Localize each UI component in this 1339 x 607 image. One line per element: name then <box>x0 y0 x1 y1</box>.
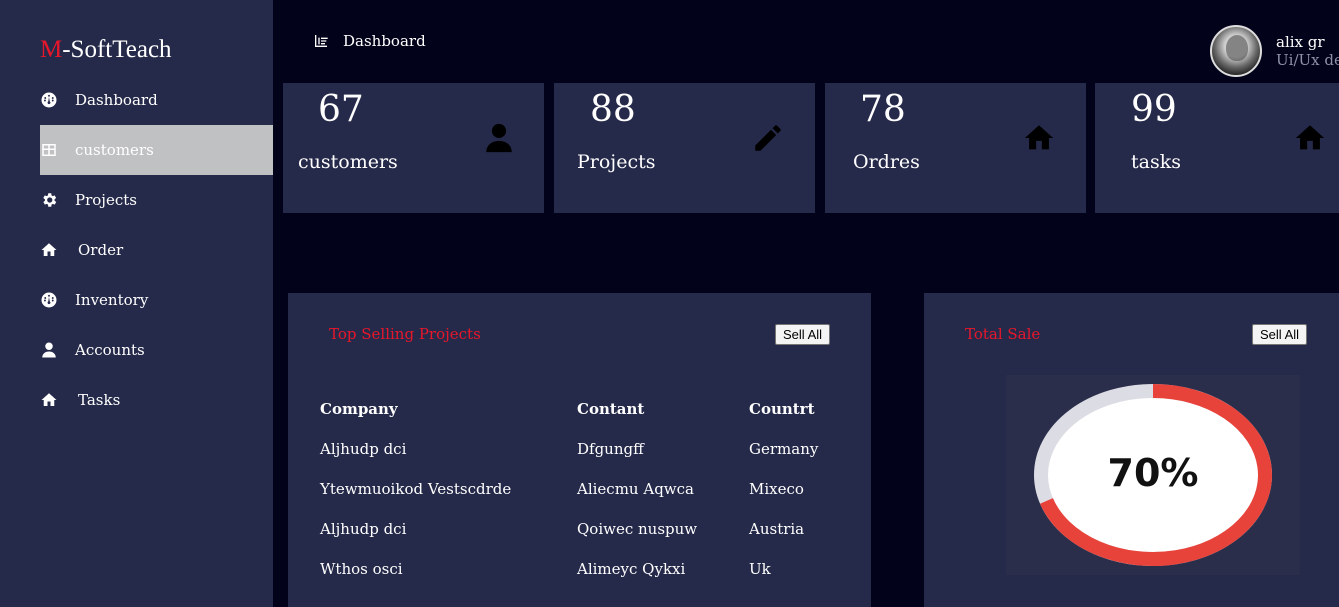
stat-value: 88 <box>590 89 636 130</box>
total-sale-panel: Total Sale Sell All 70% <box>924 293 1339 607</box>
stat-label: Ordres <box>853 151 920 173</box>
column-header-country: Countrt <box>749 400 815 418</box>
table-row[interactable]: Wthos osci Alimeyc Qykxi Uk <box>320 560 839 600</box>
sidebar: M-SoftTeach Dashboard customers Projects… <box>0 0 273 607</box>
brand-logo-initial: M <box>40 36 63 63</box>
table-icon <box>40 141 58 159</box>
panel-title: Total Sale <box>965 325 1041 343</box>
table-row[interactable]: Ytewmuoikod Vestscdrde Aliecmu Aqwca Mix… <box>320 480 839 520</box>
user-icon <box>40 341 58 359</box>
table-cell: Aljhudp dci <box>320 520 407 538</box>
sell-all-button[interactable]: Sell All <box>775 324 831 345</box>
stat-label: Projects <box>577 151 656 173</box>
user-role: Ui/Ux designer <box>1276 51 1339 69</box>
table-cell: Alimeyc Qykxi <box>577 560 686 578</box>
dashboard-icon <box>40 291 58 309</box>
chart-bar-icon <box>315 35 328 47</box>
sidebar-item-projects[interactable]: Projects <box>40 175 273 225</box>
table-row[interactable]: Aljhudp dci Qoiwec nuspuw Austria <box>320 520 839 560</box>
user-name: alix gr <box>1276 33 1325 51</box>
table-cell: Mixeco <box>749 480 804 498</box>
sidebar-item-label: Tasks <box>78 391 121 409</box>
sidebar-item-dashboard[interactable]: Dashboard <box>40 75 273 125</box>
stat-value: 99 <box>1131 89 1177 130</box>
table-cell: Dfgungff <box>577 440 644 458</box>
dashboard-icon <box>40 91 58 109</box>
table-cell: Aljhudp dci <box>320 440 407 458</box>
stat-card-projects[interactable]: 88 Projects <box>554 83 815 213</box>
table-cell: Qoiwec nuspuw <box>577 520 698 538</box>
table-header-row: Company Contant Countrt <box>320 400 839 440</box>
sidebar-item-label: Inventory <box>75 291 149 309</box>
sidebar-item-label: Accounts <box>75 341 145 359</box>
avatar[interactable] <box>1210 25 1262 77</box>
table-cell: Ytewmuoikod Vestscdrde <box>320 480 512 498</box>
sidebar-item-label: Projects <box>75 191 137 209</box>
sell-all-button[interactable]: Sell All <box>1252 324 1308 345</box>
sidebar-nav: Dashboard customers Projects Order Inven… <box>40 75 273 425</box>
total-sale-donut: 70% <box>1006 375 1300 575</box>
sidebar-item-order[interactable]: Order <box>40 225 273 275</box>
gear-icon <box>40 191 58 209</box>
stat-label: tasks <box>1131 151 1181 173</box>
sidebar-item-label: Order <box>78 241 124 259</box>
stat-label: customers <box>298 151 398 173</box>
home-icon <box>40 241 58 259</box>
stat-card-tasks[interactable]: 99 tasks <box>1095 83 1339 213</box>
stat-card-orders[interactable]: 78 Ordres <box>825 83 1086 213</box>
stat-value: 78 <box>860 89 906 130</box>
total-sale-percent: 70% <box>1107 451 1199 495</box>
sidebar-item-accounts[interactable]: Accounts <box>40 325 273 375</box>
table-cell: Aliecmu Aqwca <box>577 480 694 498</box>
top-selling-projects-panel: Top Selling Projects Sell All Company Co… <box>288 293 871 607</box>
sidebar-item-label: customers <box>75 141 154 159</box>
table-cell: Germany <box>749 440 819 458</box>
pen-icon <box>751 121 785 155</box>
user-icon <box>482 121 516 155</box>
page-title-text: Dashboard <box>343 32 426 50</box>
sidebar-item-tasks[interactable]: Tasks <box>40 375 273 425</box>
user-profile[interactable]: alix gr Ui/Ux designer <box>1210 25 1339 77</box>
column-header-company: Company <box>320 400 398 418</box>
page-title: Dashboard <box>313 32 426 50</box>
brand-logo-text: -SoftTeach <box>62 36 172 63</box>
brand-logo[interactable]: M-SoftTeach <box>40 36 172 64</box>
table-cell: Austria <box>749 520 805 538</box>
sidebar-item-customers[interactable]: customers <box>40 125 273 175</box>
sidebar-item-label: Dashboard <box>75 91 158 109</box>
panel-title: Top Selling Projects <box>329 325 481 343</box>
projects-table: Company Contant Countrt Aljhudp dci Dfgu… <box>320 400 839 600</box>
table-cell: Uk <box>749 560 771 578</box>
home-icon <box>40 391 58 409</box>
stat-value: 67 <box>318 89 364 130</box>
column-header-contact: Contant <box>577 400 645 418</box>
table-row[interactable]: Aljhudp dci Dfgungff Germany <box>320 440 839 480</box>
stat-card-customers[interactable]: 67 customers <box>283 83 544 213</box>
table-cell: Wthos osci <box>320 560 403 578</box>
home-icon <box>1293 121 1327 155</box>
home-icon <box>1022 121 1056 155</box>
sidebar-item-inventory[interactable]: Inventory <box>40 275 273 325</box>
